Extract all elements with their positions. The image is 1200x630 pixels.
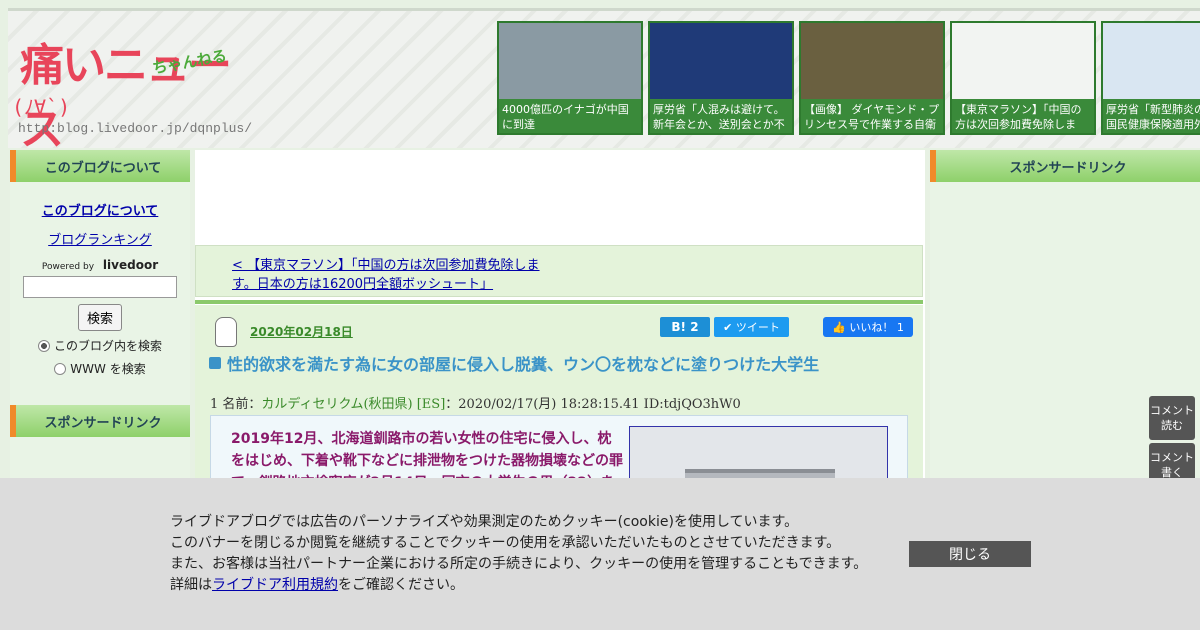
thumbnail-caption: 【東京マラソン】「中国の方は次回参加費免除しま [955, 103, 1082, 131]
like-count: 1 [896, 320, 904, 334]
radio-blog-label: このブログ内を検索 [53, 339, 162, 353]
ranking-link[interactable]: ブログランキング [18, 229, 182, 248]
search-button[interactable]: 検索 [77, 304, 122, 331]
prev-article-box: < 【東京マラソン】「中国の方は次回参加費免除します。日本の方は16200円全額… [195, 245, 923, 297]
cookie-close-button[interactable]: 閉じる [909, 541, 1031, 567]
livedoor-logo: livedoor [102, 258, 159, 272]
thumbnail-image [650, 23, 792, 99]
cookie-line-4-prefix: 詳細は [170, 577, 212, 593]
thumbnail-caption: 【画像】 ダイヤモンド・プリンセス号で作業する自衛 [804, 103, 940, 131]
powered-by-label: Powered by [41, 262, 95, 272]
cookie-line-4-suffix: をご確認ください。 [338, 577, 464, 593]
article-title: 性的欲求を満たす為に女の部屋に侵入し脱糞、ウン〇を枕などに塗りつけた大学生 [209, 351, 819, 375]
thumbnail-caption: 4000億匹のイナゴが中国に到達 [502, 103, 629, 131]
radio-button-selected[interactable] [37, 339, 50, 352]
thumbnail-caption: 厚労省「人混みは避けて。新年会とか、送別会とか不 [653, 103, 785, 131]
prev-article-link[interactable]: < 【東京マラソン】「中国の方は次回参加費免除します。日本の方は16200円全額… [232, 256, 562, 294]
response-name: カルディセリクム(秋田県) [ES] [261, 397, 446, 412]
response-header: 1 名前：カルディセリクム(秋田県) [ES]：2020/02/17(月) 18… [210, 393, 741, 412]
site-logo[interactable]: 痛いニュース (ﾉ∀`) ちゃんねる http:blog.livedoor.jp… [12, 21, 252, 155]
terms-link[interactable]: ライブドア利用規約 [212, 577, 338, 593]
cookie-line-3: また、お客様は当社パートナー企業における所定の手続きにより、クッキーの使用を管理… [170, 556, 868, 572]
article-date[interactable]: 2020年02月18日 [250, 323, 353, 340]
cookie-banner: ライブドアブログでは広告のパーソナライズや効果測定のためクッキー(cookie)… [0, 478, 1200, 630]
radio-www-search[interactable]: WWW を検索 [18, 360, 182, 377]
thumbnail-item[interactable]: 4000億匹のイナゴが中国に到達 [497, 21, 643, 135]
about-heading: このブログについて [10, 150, 190, 182]
mascot-icon [215, 317, 237, 347]
search-input[interactable] [23, 276, 177, 298]
thumbnail-image [801, 23, 943, 99]
sponsor-heading-left: スポンサードリンク [10, 405, 190, 437]
logo-face: (ﾉ∀`) [12, 95, 71, 119]
like-label: いいね！ [849, 321, 894, 334]
twitter-bird-icon: ✔ [723, 320, 736, 334]
response-prefix: 1 名前： [210, 397, 262, 412]
thumbnail-item[interactable]: 【東京マラソン】「中国の方は次回参加費免除しま [950, 21, 1096, 135]
thumbnail-image [499, 23, 641, 99]
facebook-like-button[interactable]: 👍 いいね！ 1 [823, 317, 913, 337]
thumbnail-item[interactable]: 厚労省「新型肺炎の国民健康保険適用外 [1101, 21, 1200, 135]
site-header: 痛いニュース (ﾉ∀`) ちゃんねる http:blog.livedoor.jp… [8, 8, 1200, 155]
title-icon [209, 357, 221, 369]
hatena-count: 2 [690, 320, 699, 334]
thumbnail-caption: 厚労省「新型肺炎の国民健康保険適用外 [1106, 103, 1200, 131]
response-meta: ：2020/02/17(月) 18:28:15.41 ID:tdjQO3hW0 [445, 397, 741, 412]
cookie-line-4: 詳細はライブドア利用規約をご確認ください。 [170, 575, 867, 596]
powered-by[interactable]: Powered by livedoor [18, 258, 182, 272]
radio-www-label: WWW を検索 [70, 362, 146, 376]
logo-url: http:blog.livedoor.jp/dqnplus/ [18, 121, 253, 136]
hatena-label: B! [671, 320, 687, 334]
radio-blog-search[interactable]: このブログ内を検索 [18, 337, 182, 354]
featured-thumbnails: 4000億匹のイナゴが中国に到達 厚労省「人混みは避けて。新年会とか、送別会とか… [497, 21, 1200, 135]
tweet-label: ツイート [735, 321, 780, 334]
cookie-text: ライブドアブログでは広告のパーソナライズや効果測定のためクッキー(cookie)… [170, 512, 867, 596]
divider [195, 300, 923, 304]
thumbnail-item[interactable]: 【画像】 ダイヤモンド・プリンセス号で作業する自衛 [799, 21, 945, 135]
cookie-line-1: ライブドアブログでは広告のパーソナライズや効果測定のためクッキー(cookie)… [170, 514, 799, 530]
read-comments-button[interactable]: コメント読む [1149, 396, 1195, 440]
sponsor-heading-right: スポンサードリンク [930, 150, 1200, 182]
cookie-line-2: このバナーを閉じるか閲覧を継続することでクッキーの使用を承認いただいたものとさせ… [170, 535, 841, 551]
about-widget: このブログについて ブログランキング Powered by livedoor 検… [10, 182, 190, 395]
thumbnail-image [1103, 23, 1200, 99]
tweet-button[interactable]: ✔ ツイート [714, 317, 789, 337]
thumbs-up-icon: 👍 [832, 320, 850, 334]
hatena-bookmark-button[interactable]: B! 2 [660, 317, 710, 337]
radio-button[interactable] [54, 362, 67, 375]
article-title-text: 性的欲求を満たす為に女の部屋に侵入し脱糞、ウン〇を枕などに塗りつけた大学生 [227, 355, 820, 374]
thumbnail-item[interactable]: 厚労省「人混みは避けて。新年会とか、送別会とか不 [648, 21, 794, 135]
about-link[interactable]: このブログについて [18, 200, 182, 219]
thumbnail-image [952, 23, 1094, 99]
